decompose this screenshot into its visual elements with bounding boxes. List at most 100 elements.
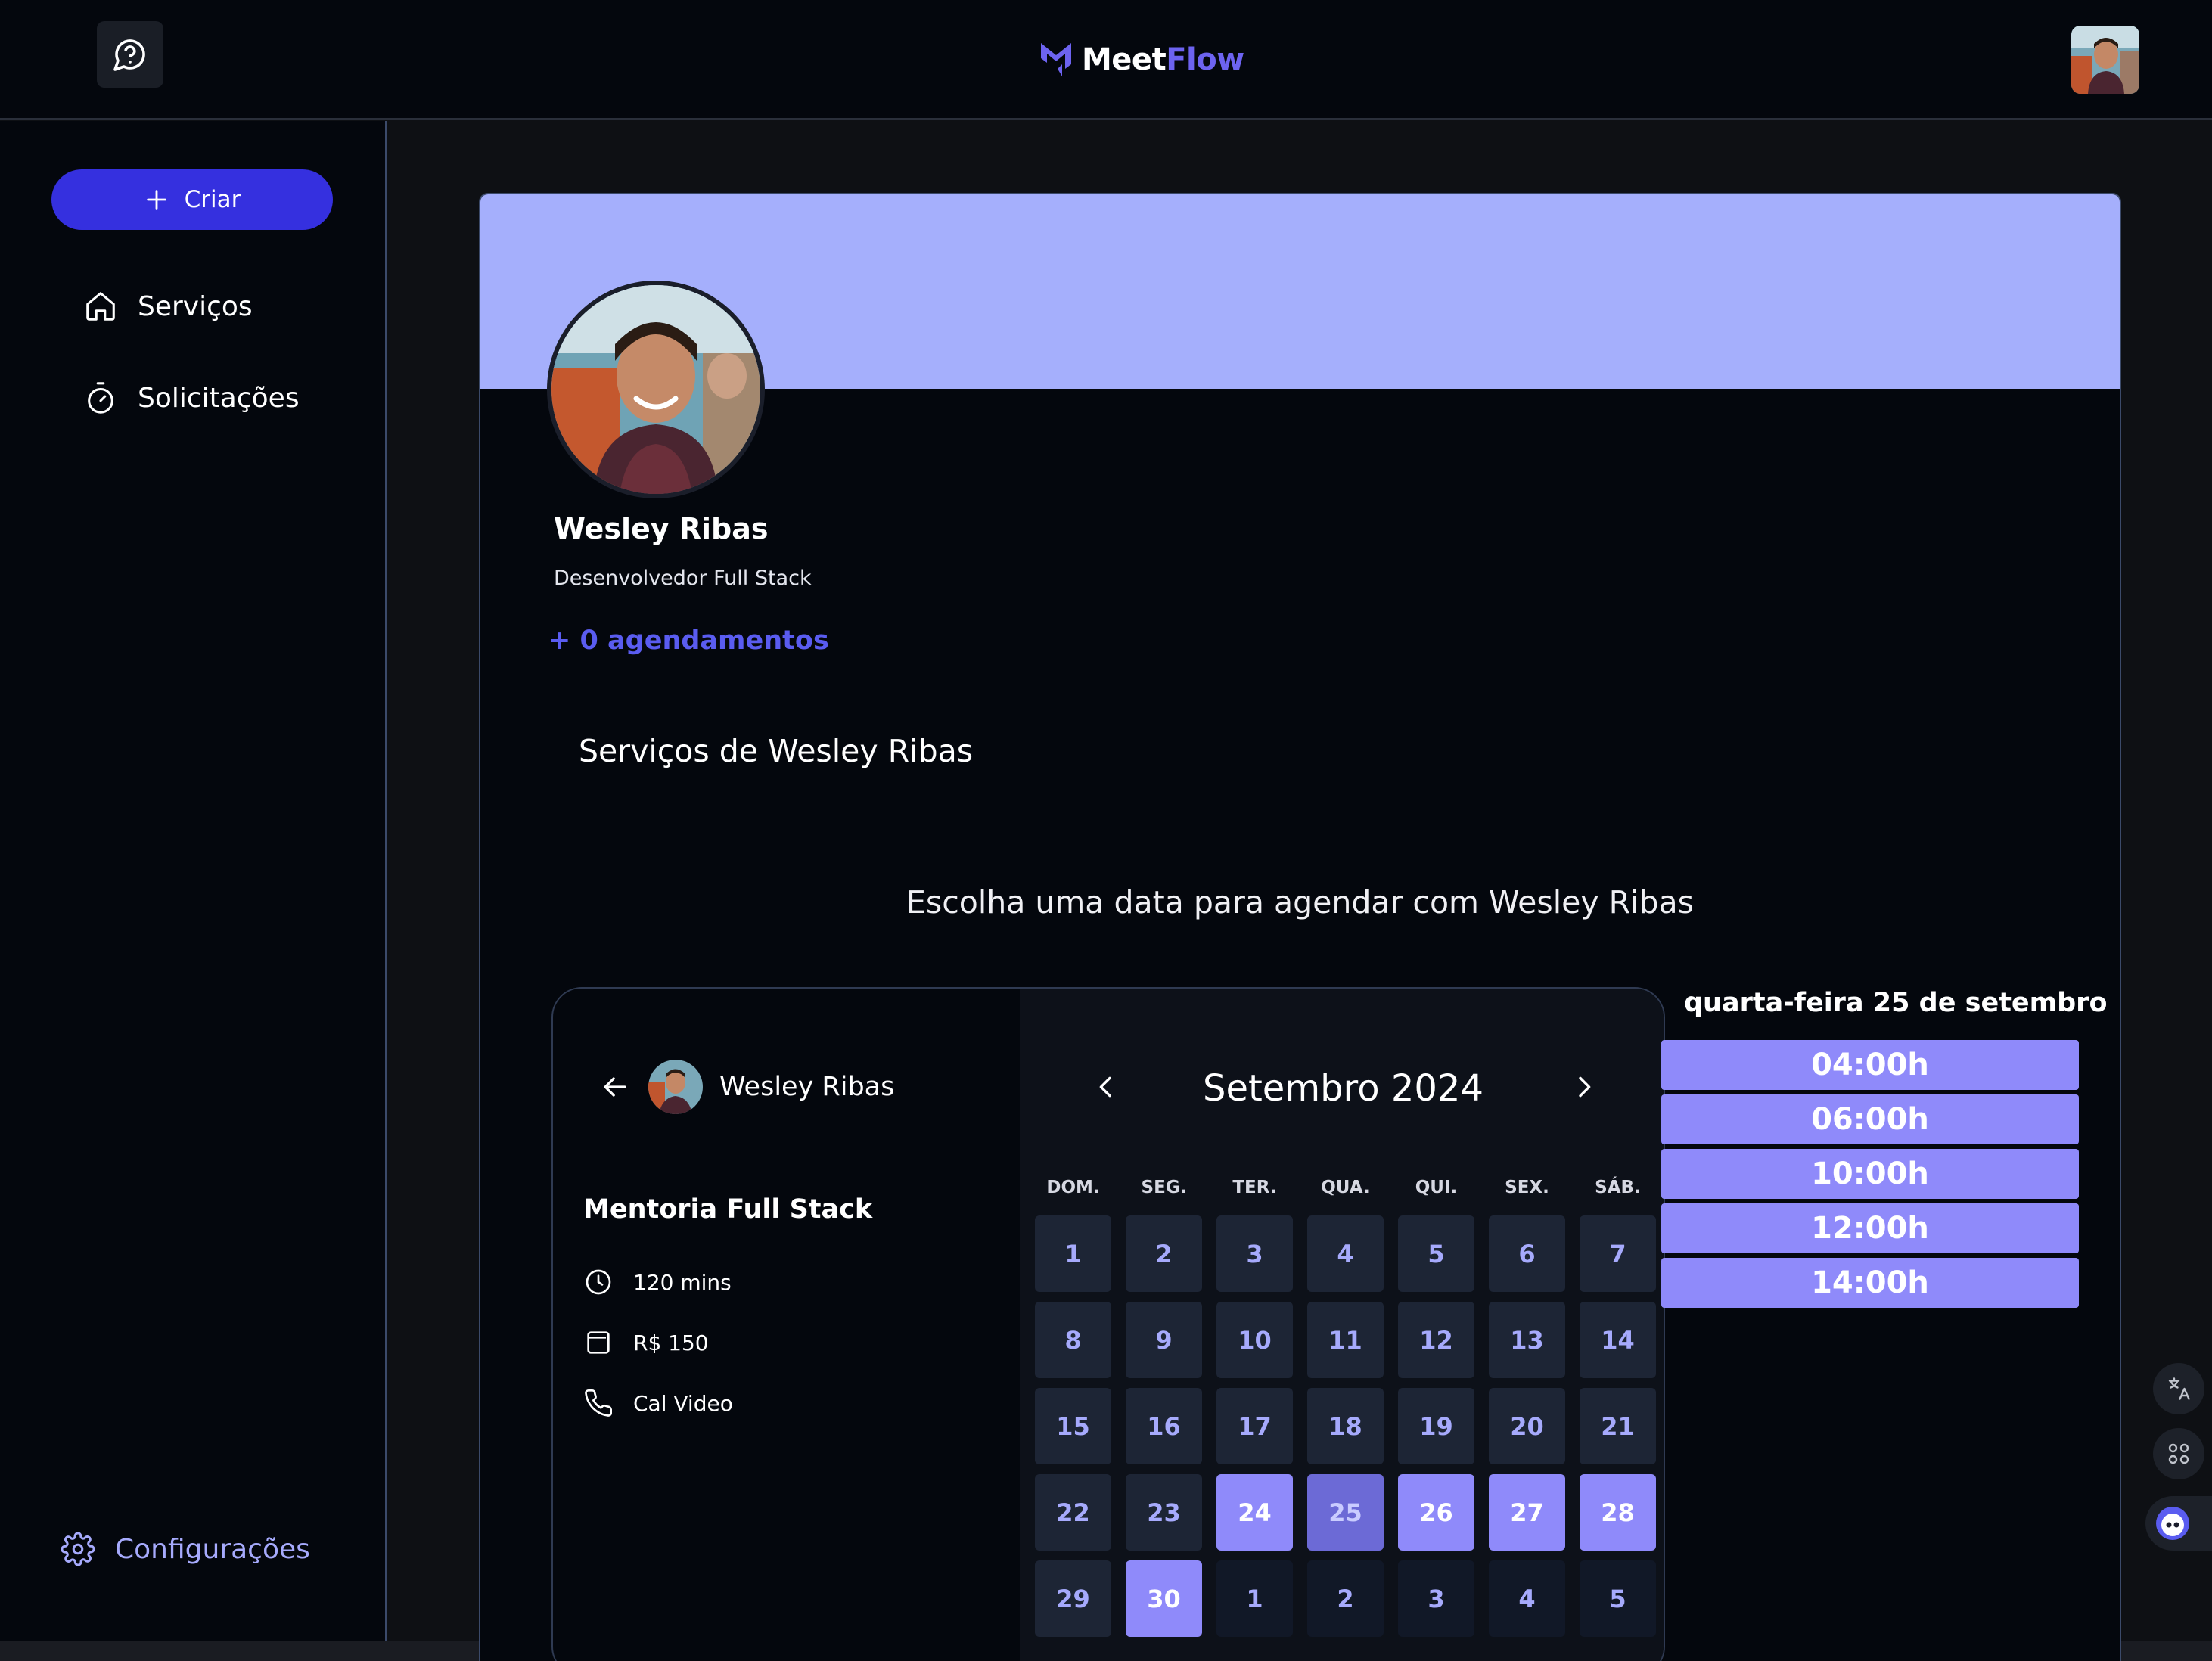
duration-text: 120 mins <box>633 1269 732 1295</box>
create-button[interactable]: Criar <box>51 169 333 230</box>
calendar-day[interactable]: 27 <box>1489 1474 1565 1551</box>
time-slot-button[interactable]: 06:00h <box>1661 1094 2079 1144</box>
choose-date-heading: Escolha uma data para agendar com Wesley… <box>906 884 1695 921</box>
calendar-day[interactable]: 19 <box>1398 1388 1474 1464</box>
top-header: MeetFlow <box>0 0 2212 120</box>
month-title: Setembro 2024 <box>1202 1067 1484 1110</box>
weekday-label: DOM. <box>1046 1178 1100 1197</box>
meetflow-logo[interactable]: MeetFlow <box>1039 36 1244 83</box>
calendar-day[interactable]: 5 <box>1398 1215 1474 1292</box>
calendar-day[interactable]: 29 <box>1035 1560 1111 1637</box>
calendar-day[interactable]: 12 <box>1398 1302 1474 1378</box>
time-slot-button[interactable]: 14:00h <box>1661 1258 2079 1308</box>
price-text: R$ 150 <box>633 1330 709 1355</box>
chevron-right-icon[interactable] <box>1569 1072 1599 1102</box>
calendar-day[interactable]: 17 <box>1216 1388 1293 1464</box>
settings-label: Configurações <box>115 1533 310 1565</box>
help-button[interactable] <box>97 21 163 88</box>
logo-mark-icon <box>1041 43 1071 76</box>
calendar-day[interactable]: 10 <box>1216 1302 1293 1378</box>
time-slot-button[interactable]: 04:00h <box>1661 1040 2079 1090</box>
sidebar-item-requests[interactable]: Solicitações <box>83 380 300 415</box>
weekday-label: QUA. <box>1321 1178 1370 1197</box>
calendar-day[interactable]: 1 <box>1216 1560 1293 1637</box>
apps-button[interactable] <box>2153 1428 2204 1479</box>
host-row: Wesley Ribas <box>598 1060 894 1114</box>
translate-icon <box>2168 1377 2190 1400</box>
profile-role: Desenvolvedor Full Stack <box>554 567 812 590</box>
event-location: Cal Video <box>583 1388 733 1418</box>
calendar-day[interactable]: 16 <box>1126 1388 1202 1464</box>
event-title: Mentoria Full Stack <box>583 1194 873 1225</box>
host-avatar <box>648 1060 703 1114</box>
assistant-face-icon <box>2156 1507 2189 1540</box>
sidebar-item-settings[interactable]: Configurações <box>61 1532 310 1566</box>
calendar-day[interactable]: 1 <box>1035 1215 1111 1292</box>
translate-button[interactable] <box>2153 1363 2204 1414</box>
calendar-day[interactable]: 15 <box>1035 1388 1111 1464</box>
logo-text-flow: Flow <box>1166 42 1244 77</box>
calendar-day[interactable]: 21 <box>1580 1388 1656 1464</box>
wallet-icon <box>587 1331 610 1354</box>
event-price: R$ 150 <box>583 1327 709 1358</box>
weekday-label: QUI. <box>1415 1178 1458 1197</box>
sidebar-item-label: Solicitações <box>138 382 300 414</box>
help-chat-icon <box>113 39 145 71</box>
calendar-day[interactable]: 18 <box>1307 1388 1384 1464</box>
profile-name: Wesley Ribas <box>554 512 769 545</box>
calendar-day[interactable]: 13 <box>1489 1302 1565 1378</box>
sidebar-item-label: Serviços <box>138 290 253 322</box>
calendar-day[interactable]: 9 <box>1126 1302 1202 1378</box>
assistant-tab[interactable] <box>2145 1496 2212 1551</box>
profile-photo-image <box>551 285 760 494</box>
gear-icon <box>61 1532 95 1566</box>
event-duration: 120 mins <box>583 1267 732 1297</box>
chevron-left-icon[interactable] <box>1091 1072 1121 1102</box>
calendar-day[interactable]: 3 <box>1398 1560 1474 1637</box>
booking-widget: Wesley Ribas Mentoria Full Stack 120 min… <box>551 987 1665 1661</box>
time-slot-button[interactable]: 10:00h <box>1661 1149 2079 1199</box>
plus-icon <box>146 190 166 210</box>
calendar-day[interactable]: 25 <box>1307 1474 1384 1551</box>
weekday-label: TER. <box>1232 1178 1277 1197</box>
calendar-day[interactable]: 24 <box>1216 1474 1293 1551</box>
calendar-day[interactable]: 6 <box>1489 1215 1565 1292</box>
logo-text-meet: Meet <box>1082 42 1167 77</box>
logo-text: MeetFlow <box>1082 42 1244 77</box>
profile-card: Wesley Ribas Desenvolvedor Full Stack + … <box>479 193 2121 1661</box>
calendar-day[interactable]: 4 <box>1489 1560 1565 1637</box>
calendar-day[interactable]: 20 <box>1489 1388 1565 1464</box>
services-title: Serviços de Wesley Ribas <box>579 733 974 769</box>
calendar-day[interactable]: 26 <box>1398 1474 1474 1551</box>
arrow-left-icon[interactable] <box>598 1070 632 1104</box>
command-icon <box>2168 1443 2189 1464</box>
calendar-day[interactable]: 3 <box>1216 1215 1293 1292</box>
weekday-label: SEG. <box>1141 1178 1187 1197</box>
calendar-day[interactable]: 28 <box>1580 1474 1656 1551</box>
calendar-day[interactable]: 22 <box>1035 1474 1111 1551</box>
time-slot-button[interactable]: 12:00h <box>1661 1203 2079 1253</box>
clock-icon <box>586 1269 611 1295</box>
calendar-day[interactable]: 30 <box>1126 1560 1202 1637</box>
calendar-day[interactable]: 4 <box>1307 1215 1384 1292</box>
calendar-day[interactable]: 23 <box>1126 1474 1202 1551</box>
home-icon <box>86 292 115 321</box>
avatar-photo <box>2071 26 2139 94</box>
event-details-panel: Wesley Ribas Mentoria Full Stack 120 min… <box>553 989 1020 1661</box>
calendar-day[interactable]: 2 <box>1307 1560 1384 1637</box>
profile-photo <box>547 281 765 498</box>
selected-date-label: quarta-feira 25 de setembro <box>1684 988 2108 1018</box>
appointments-link[interactable]: + 0 agendamentos <box>548 626 829 656</box>
user-avatar[interactable] <box>2071 26 2139 94</box>
calendar-day[interactable]: 14 <box>1580 1302 1656 1378</box>
calendar-day[interactable]: 8 <box>1035 1302 1111 1378</box>
weekday-label: SEX. <box>1505 1178 1549 1197</box>
phone-icon <box>585 1389 613 1417</box>
sidebar-item-services[interactable]: Serviços <box>83 289 253 324</box>
calendar-panel: Setembro 2024 DOM. SEG. TER. QUA. QUI. SEX. SÁ… <box>1020 989 1664 1661</box>
calendar-day[interactable]: 5 <box>1580 1560 1656 1637</box>
calendar-day[interactable]: 7 <box>1580 1215 1656 1292</box>
calendar-day[interactable]: 11 <box>1307 1302 1384 1378</box>
weekday-label: SÁB. <box>1595 1178 1641 1197</box>
calendar-day[interactable]: 2 <box>1126 1215 1202 1292</box>
